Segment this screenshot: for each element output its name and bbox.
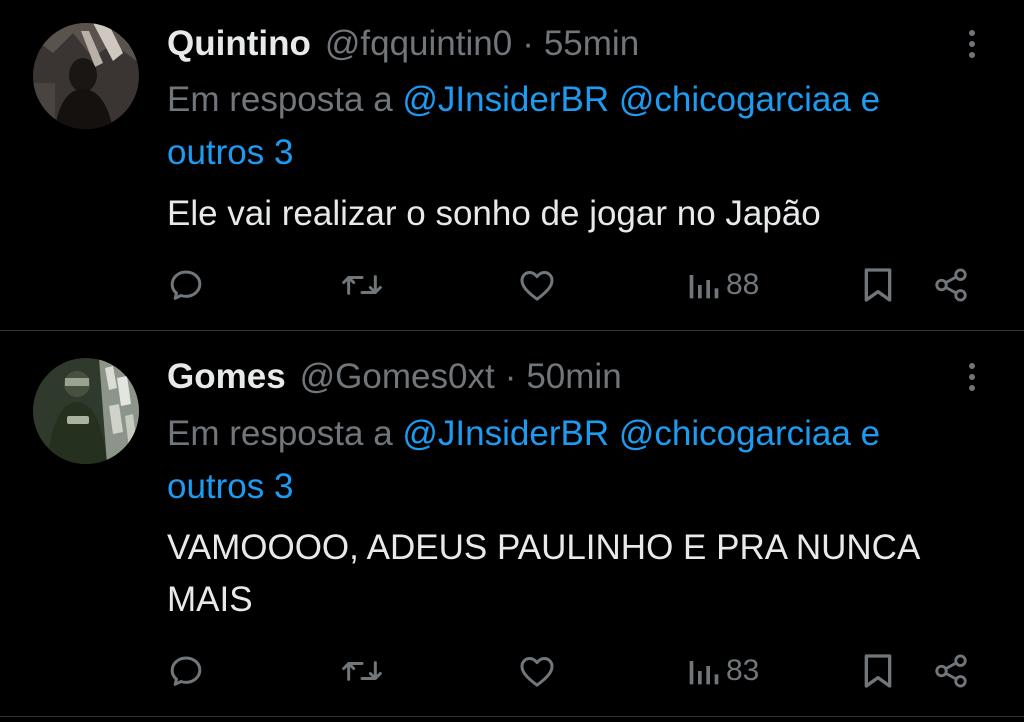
mention-link[interactable]: @JInsiderBR — [402, 80, 609, 119]
tweet[interactable]: Quintino @fqquintin0 · 55min Em resposta… — [0, 0, 1024, 331]
reply-button[interactable] — [166, 649, 206, 693]
separator: · — [504, 357, 517, 396]
separator: · — [522, 24, 534, 63]
display-name[interactable]: Quintino — [167, 24, 311, 64]
views-count: 83 — [726, 654, 760, 687]
bookmark-icon — [864, 268, 892, 302]
avatar[interactable] — [33, 23, 139, 129]
display-name[interactable]: Gomes — [167, 357, 286, 397]
more-icon[interactable] — [968, 363, 976, 399]
action-bar: 88 — [0, 263, 1024, 307]
mention-link[interactable]: @chicogarciaa — [619, 80, 851, 119]
tweet-text: VAMOOOO, ADEUS PAULINHO E PRA NUNCA MAIS — [167, 528, 919, 619]
reply-button[interactable] — [166, 263, 206, 307]
retweet-icon — [342, 275, 382, 295]
reply-prefix: Em resposta a — [167, 80, 393, 119]
like-button[interactable] — [516, 649, 558, 693]
reply-context: Em resposta a @JInsiderBR @chicogarciaa … — [167, 407, 987, 513]
timestamp[interactable]: 55min — [544, 24, 639, 64]
tweet-text: Ele vai realizar o sonho de jogar no Jap… — [167, 194, 821, 233]
tweet[interactable]: Gomes @Gomes0xt · 50min Em resposta a @J… — [0, 331, 1024, 717]
more-icon[interactable] — [968, 30, 976, 66]
retweet-icon — [342, 661, 382, 681]
timestamp[interactable]: 50min — [526, 357, 621, 397]
retweet-button[interactable] — [340, 649, 384, 693]
retweet-button[interactable] — [340, 263, 384, 307]
handle[interactable]: @Gomes0xt — [300, 357, 495, 397]
views-icon — [689, 275, 719, 299]
share-icon — [935, 654, 967, 688]
bookmark-button[interactable] — [860, 649, 896, 693]
handle[interactable]: @fqquintin0 — [325, 24, 512, 64]
share-button[interactable] — [932, 649, 970, 693]
views-button[interactable]: 88 — [686, 263, 759, 307]
share-button[interactable] — [932, 263, 970, 307]
bookmark-button[interactable] — [860, 263, 896, 307]
like-icon — [520, 271, 554, 301]
mention-link[interactable]: @chicogarciaa — [619, 414, 851, 453]
avatar[interactable] — [33, 358, 139, 464]
avatar-image — [33, 23, 139, 129]
views-button[interactable]: 83 — [686, 649, 759, 693]
like-icon — [520, 657, 554, 687]
reply-icon — [170, 270, 202, 300]
like-button[interactable] — [516, 263, 558, 307]
reply-prefix: Em resposta a — [167, 414, 393, 453]
views-count: 88 — [726, 268, 760, 301]
bookmark-icon — [864, 654, 892, 688]
views-icon — [689, 661, 719, 685]
mention-link[interactable]: @JInsiderBR — [402, 414, 609, 453]
avatar-image — [33, 358, 139, 464]
reply-icon — [170, 656, 202, 686]
share-icon — [935, 268, 967, 302]
reply-context: Em resposta a @JInsiderBR @chicogarciaa … — [167, 73, 987, 179]
action-bar: 83 — [0, 649, 1024, 693]
